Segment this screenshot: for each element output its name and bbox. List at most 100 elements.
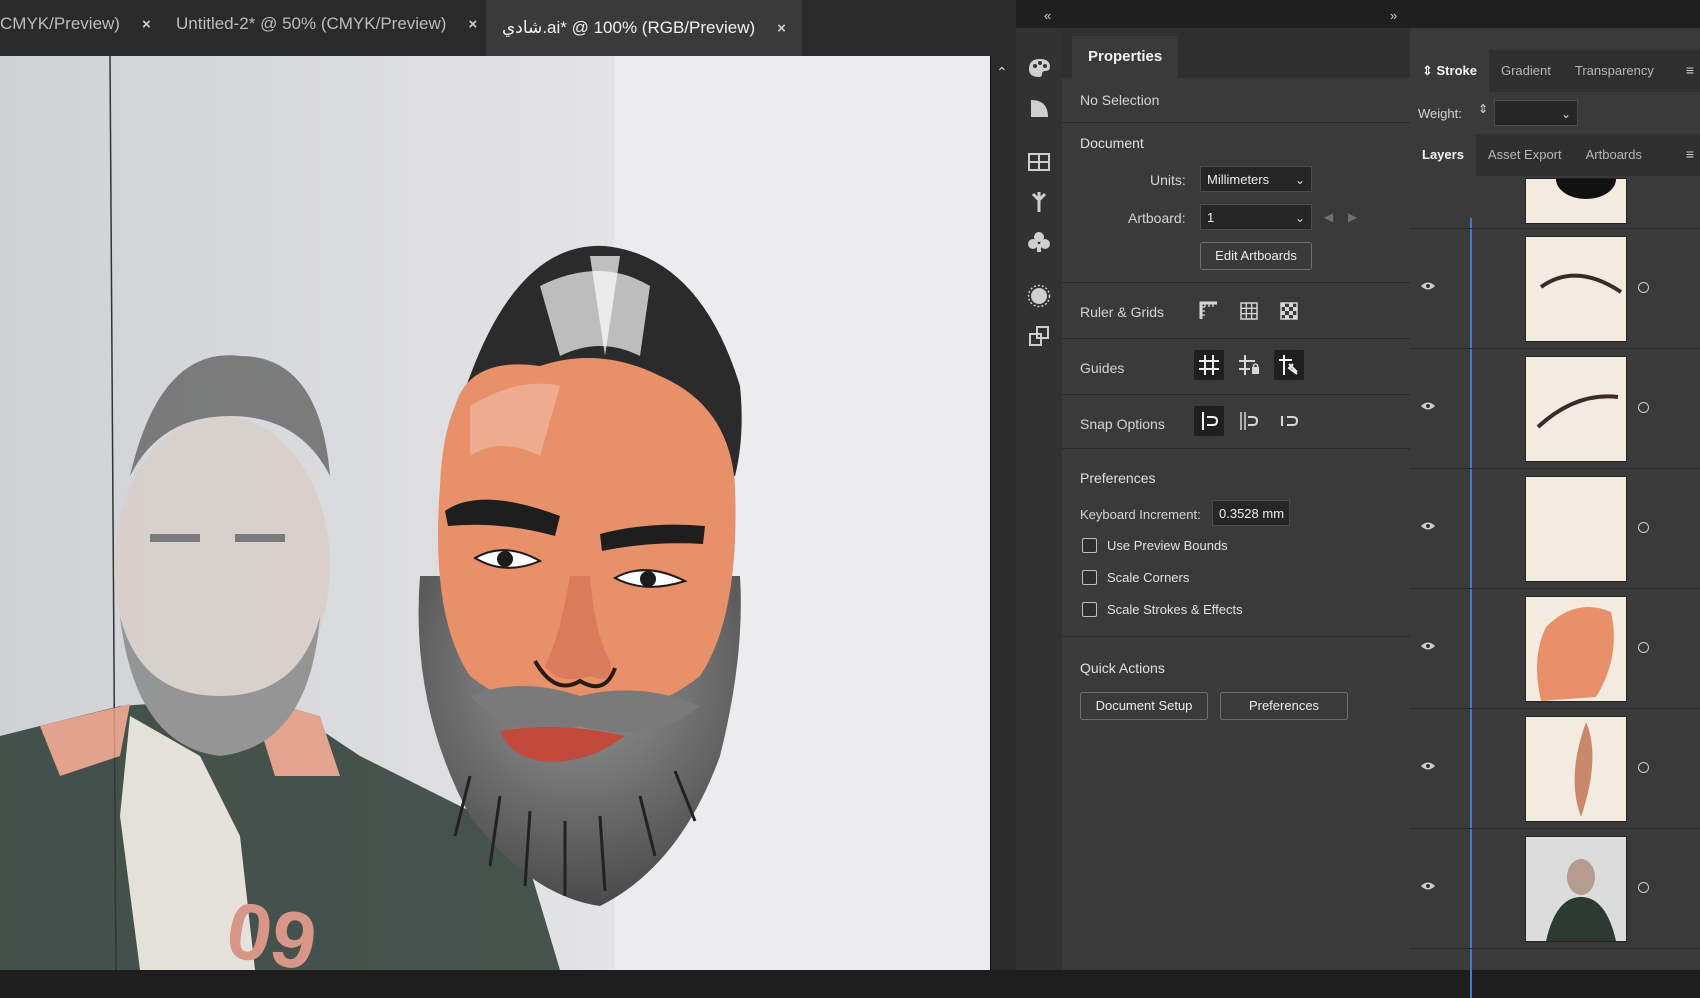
ruler-grids-label: Ruler & Grids	[1080, 304, 1165, 320]
stroke-weight-input[interactable]: ⌄	[1494, 100, 1578, 126]
tab-shadi-ai[interactable]: شادي.ai* @ 100% (RGB/Preview) ×	[486, 0, 802, 56]
weight-stepper-icon[interactable]: ⇕	[1478, 102, 1488, 116]
brushes-icon[interactable]	[1016, 182, 1062, 222]
divider	[1062, 122, 1410, 123]
tab-properties[interactable]: Properties	[1072, 36, 1179, 78]
layer-row[interactable]	[1410, 348, 1700, 469]
artboard-value: 1	[1207, 210, 1215, 225]
layer-row[interactable]	[1410, 828, 1700, 949]
snap-to-pixel-icon[interactable]	[1234, 406, 1264, 436]
preferences-button[interactable]: Preferences	[1220, 692, 1348, 720]
document-setup-button[interactable]: Document Setup	[1080, 692, 1208, 720]
checkbox-label: Scale Strokes & Effects	[1107, 602, 1243, 617]
tab-artboards[interactable]: Artboards	[1574, 134, 1654, 176]
layer-thumbnail	[1525, 236, 1627, 342]
layer-target-icon[interactable]	[1638, 282, 1649, 293]
chevron-down-icon: ⌄	[1294, 173, 1305, 187]
layer-thumbnail	[1525, 596, 1627, 702]
chevron-down-icon: ⌄	[1560, 107, 1571, 121]
close-icon[interactable]: ×	[777, 20, 786, 37]
layer-row[interactable]	[1410, 228, 1700, 349]
appearance-sun-icon[interactable]	[1016, 276, 1062, 316]
collapse-left-icon[interactable]: «	[1044, 8, 1051, 23]
layer-row[interactable]	[1410, 178, 1700, 229]
tab-stroke[interactable]: ⇕ Stroke	[1410, 50, 1489, 92]
layer-row[interactable]	[1410, 468, 1700, 589]
divider	[1062, 448, 1410, 449]
lock-guides-icon[interactable]	[1234, 350, 1264, 380]
layer-target-icon[interactable]	[1638, 642, 1649, 653]
panel-menu-icon[interactable]: ≡	[1686, 62, 1694, 78]
previous-artboard-icon[interactable]: ◀	[1324, 210, 1333, 224]
tab-label: شادي.ai* @ 100% (RGB/Preview)	[502, 18, 756, 37]
chevron-down-icon: ⌄	[1294, 211, 1305, 225]
use-preview-bounds-checkbox[interactable]: Use Preview Bounds	[1082, 538, 1228, 553]
tab-untitled-2[interactable]: Untitled-2* @ 50% (CMYK/Preview) ×	[176, 0, 477, 48]
layer-thumbnail	[1525, 836, 1627, 942]
artboard-canvas[interactable]: 09	[0, 56, 990, 970]
tab-asset-export[interactable]: Asset Export	[1476, 134, 1574, 176]
tab-layers[interactable]: Layers	[1410, 134, 1476, 176]
keyboard-increment-input[interactable]: 0.3528 mm	[1212, 500, 1290, 526]
collapse-right-icon[interactable]: »	[1390, 8, 1397, 23]
eye-icon[interactable]	[1420, 278, 1436, 296]
layer-target-icon[interactable]	[1638, 402, 1649, 413]
artwork: 09	[0, 56, 990, 970]
tab-label: Untitled-2* @ 50% (CMYK/Preview)	[176, 14, 447, 33]
next-artboard-icon[interactable]: ▶	[1348, 210, 1357, 224]
scale-strokes-effects-checkbox[interactable]: Scale Strokes & Effects	[1082, 602, 1243, 617]
snap-to-glyph-icon[interactable]	[1274, 406, 1304, 436]
layer-row[interactable]	[1410, 708, 1700, 829]
artboard-dropdown[interactable]: 1 ⌄	[1200, 204, 1312, 230]
snap-options-label: Snap Options	[1080, 416, 1165, 432]
transform-icon[interactable]	[1016, 316, 1062, 356]
close-icon[interactable]: ×	[468, 16, 477, 33]
layer-target-icon[interactable]	[1638, 882, 1649, 893]
stroke-panel-tabs: ⇕ Stroke Gradient Transparency ≡	[1410, 50, 1700, 92]
layer-target-icon[interactable]	[1638, 762, 1649, 773]
gradient-icon[interactable]	[1016, 88, 1062, 128]
tab-label: CMYK/Preview)	[0, 14, 120, 33]
color-palette-icon[interactable]	[1016, 48, 1062, 88]
layer-thumbnail	[1525, 356, 1627, 462]
eye-icon[interactable]	[1420, 878, 1436, 896]
layer-thumbnail	[1525, 716, 1627, 822]
transparency-grid-icon[interactable]	[1274, 296, 1304, 326]
grid-icon[interactable]	[1234, 296, 1264, 326]
preferences-section-title: Preferences	[1080, 470, 1156, 486]
snap-to-point-icon[interactable]	[1194, 406, 1224, 436]
document-tab-bar: CMYK/Preview) × Untitled-2* @ 50% (CMYK/…	[0, 0, 1020, 57]
panel-menu-icon[interactable]: ≡	[1686, 146, 1694, 162]
eye-icon[interactable]	[1420, 638, 1436, 656]
layer-row[interactable]	[1410, 588, 1700, 709]
tab-cmyk-preview[interactable]: CMYK/Preview) ×	[0, 0, 151, 48]
units-dropdown[interactable]: Millimeters ⌄	[1200, 166, 1312, 192]
properties-panel: Properties No Selection Document Units: …	[1062, 28, 1411, 970]
symbols-club-icon[interactable]	[1016, 222, 1062, 262]
close-icon[interactable]: ×	[142, 16, 151, 33]
ruler-icon[interactable]	[1194, 296, 1224, 326]
chevron-up-icon[interactable]: ⌃	[996, 64, 1008, 81]
tab-label: Stroke	[1436, 63, 1477, 78]
layer-thumbnail	[1525, 476, 1627, 582]
divider	[1062, 282, 1410, 283]
scale-corners-checkbox[interactable]: Scale Corners	[1082, 570, 1189, 585]
checkbox[interactable]	[1082, 570, 1097, 585]
layer-target-icon[interactable]	[1638, 522, 1649, 533]
smart-guides-icon[interactable]	[1274, 350, 1304, 380]
properties-tab-header: Properties	[1062, 28, 1410, 78]
swatches-icon[interactable]	[1016, 142, 1062, 182]
tab-gradient[interactable]: Gradient	[1489, 50, 1563, 92]
artboard-label: Artboard:	[1128, 210, 1186, 226]
canvas-vertical-scrollbar[interactable]: ⌃	[990, 56, 1017, 970]
tab-transparency[interactable]: Transparency	[1563, 50, 1666, 92]
eye-icon[interactable]	[1420, 398, 1436, 416]
checkbox[interactable]	[1082, 602, 1097, 617]
checkbox[interactable]	[1082, 538, 1097, 553]
eye-icon[interactable]	[1420, 758, 1436, 776]
layer-thumbnail	[1525, 178, 1627, 224]
eye-icon[interactable]	[1420, 518, 1436, 536]
edit-artboards-button[interactable]: Edit Artboards	[1200, 242, 1312, 270]
show-guides-icon[interactable]	[1194, 350, 1224, 380]
document-section-title: Document	[1080, 135, 1144, 151]
